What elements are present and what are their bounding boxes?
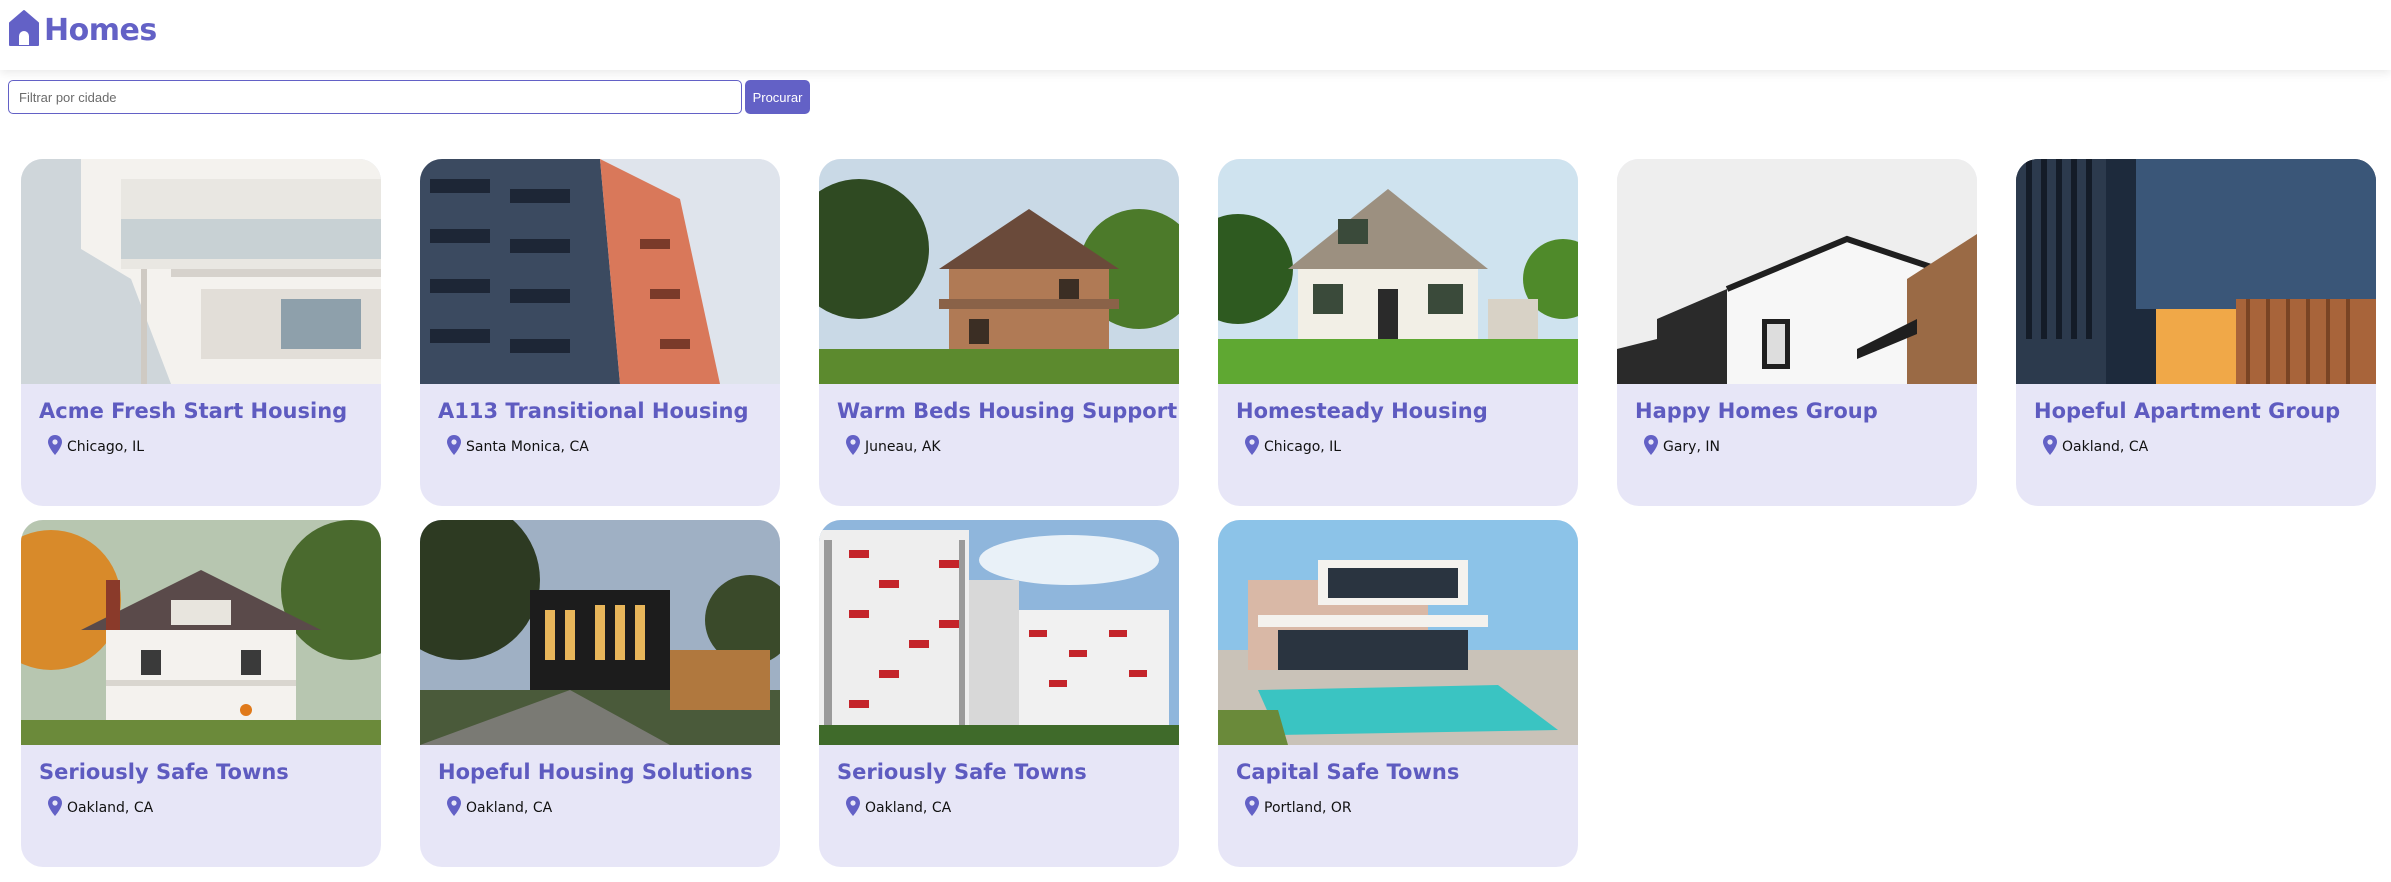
listing-city: Chicago, IL <box>1264 439 1342 455</box>
listing-title: Hopeful Apartment Group <box>2034 399 2341 423</box>
listing-card[interactable]: Homesteady Housing Chicago, IL <box>1218 159 1578 506</box>
top-header: Homes <box>0 0 2391 70</box>
city-filter-input[interactable] <box>8 80 742 114</box>
listing-city: Oakland, CA <box>2062 439 2149 455</box>
listing-city: Santa Monica, CA <box>466 439 589 455</box>
listing-photo <box>819 159 1179 384</box>
listing-photo <box>420 520 780 745</box>
location-pin-icon <box>48 435 62 459</box>
listing-photo <box>819 520 1179 745</box>
listing-title: Capital Safe Towns <box>1236 760 1460 784</box>
listing-photo <box>1617 159 1977 384</box>
listing-photo <box>420 159 780 384</box>
listing-card[interactable]: Hopeful Housing Solutions Oakland, CA <box>420 520 780 867</box>
listing-card[interactable]: Capital Safe Towns Portland, OR <box>1218 520 1578 867</box>
listing-location: Gary, IN <box>1639 435 1720 459</box>
listing-title: Warm Beds Housing Support <box>837 399 1178 423</box>
listing-title: Seriously Safe Towns <box>39 760 289 784</box>
location-pin-icon <box>846 796 860 820</box>
location-pin-icon <box>1644 435 1658 459</box>
listing-location: Chicago, IL <box>1240 435 1341 459</box>
location-pin-icon <box>447 435 461 459</box>
listing-location: Oakland, CA <box>43 796 153 820</box>
location-pin-icon <box>846 435 860 459</box>
location-pin-icon <box>2043 435 2057 459</box>
listing-location: Oakland, CA <box>841 796 951 820</box>
search-bar: Procurar <box>8 80 810 114</box>
listing-title: Happy Homes Group <box>1635 399 1878 423</box>
listing-title: Hopeful Housing Solutions <box>438 760 753 784</box>
listing-photo <box>21 159 381 384</box>
listing-card[interactable]: Seriously Safe Towns Oakland, CA <box>21 520 381 867</box>
brand-name: Homes <box>44 13 157 48</box>
listing-photo <box>2016 159 2376 384</box>
listing-card[interactable]: Warm Beds Housing Support Juneau, AK <box>819 159 1179 506</box>
listing-photo <box>21 520 381 745</box>
listing-location: Oakland, CA <box>442 796 552 820</box>
location-pin-icon <box>447 796 461 820</box>
listing-location: Portland, OR <box>1240 796 1352 820</box>
search-button[interactable]: Procurar <box>745 80 810 114</box>
listing-title: Acme Fresh Start Housing <box>39 399 348 423</box>
listing-photo <box>1218 520 1578 745</box>
house-icon <box>7 7 41 54</box>
listing-city: Portland, OR <box>1264 800 1352 816</box>
location-pin-icon <box>1245 796 1259 820</box>
listing-location: Juneau, AK <box>841 435 941 459</box>
listing-location: Chicago, IL <box>43 435 144 459</box>
listing-city: Oakland, CA <box>466 800 553 816</box>
listing-photo <box>1218 159 1578 384</box>
listing-title: Homesteady Housing <box>1236 399 1488 423</box>
listing-location: Oakland, CA <box>2038 435 2148 459</box>
location-pin-icon <box>48 796 62 820</box>
listing-card[interactable]: Seriously Safe Towns Oakland, CA <box>819 520 1179 867</box>
listing-location: Santa Monica, CA <box>442 435 589 459</box>
listing-city: Juneau, AK <box>865 439 941 455</box>
location-pin-icon <box>1245 435 1259 459</box>
listing-city: Oakland, CA <box>67 800 154 816</box>
brand-logo[interactable]: Homes <box>7 7 157 54</box>
listing-city: Oakland, CA <box>865 800 952 816</box>
listing-city: Gary, IN <box>1663 439 1720 455</box>
listing-card[interactable]: Hopeful Apartment Group Oakland, CA <box>2016 159 2376 506</box>
listing-card[interactable]: Happy Homes Group Gary, IN <box>1617 159 1977 506</box>
listing-card[interactable]: Acme Fresh Start Housing Chicago, IL <box>21 159 381 506</box>
listing-title: A113 Transitional Housing <box>438 399 749 423</box>
listing-card[interactable]: A113 Transitional Housing Santa Monica, … <box>420 159 780 506</box>
listing-city: Chicago, IL <box>67 439 145 455</box>
listing-title: Seriously Safe Towns <box>837 760 1087 784</box>
